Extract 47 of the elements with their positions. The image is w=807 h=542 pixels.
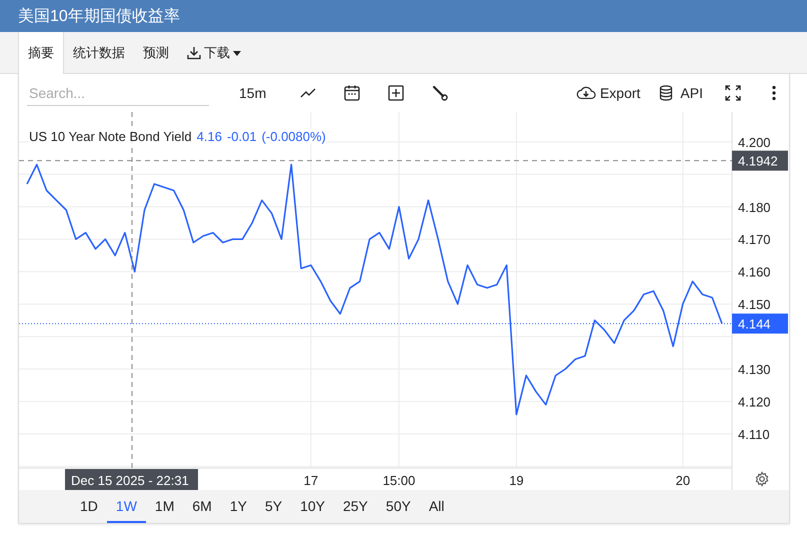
range-tab[interactable]: 1M [146, 490, 184, 523]
price-label: 4.144 [732, 314, 788, 334]
range-tab[interactable]: 50Y [376, 490, 420, 523]
range-tab[interactable]: 6M [183, 490, 221, 523]
y-axis-label: 4.110 [738, 426, 770, 442]
legend-name: US 10 Year Note Bond Yield [29, 129, 192, 144]
calendar-icon[interactable] [343, 84, 362, 102]
ref-line-label: 4.1942 [738, 154, 778, 169]
x-axis-label: 19 [509, 473, 524, 488]
range-tab[interactable]: 10Y [291, 490, 334, 523]
page-title: 美国10年期国债收益率 [18, 6, 180, 26]
range-tab[interactable]: 5Y [256, 490, 292, 523]
y-axis-label: 4.150 [738, 297, 771, 312]
range-tab[interactable]: All [420, 490, 454, 523]
download-icon [187, 46, 201, 60]
settings-icon[interactable] [756, 472, 768, 486]
y-axis-label: 4.180 [738, 200, 771, 215]
range-tab[interactable]: 1D [71, 490, 107, 523]
range-tab[interactable]: 1Y [220, 490, 256, 523]
x-axis-label: 20 [676, 473, 690, 488]
export-button[interactable]: Export [568, 85, 648, 101]
y-axis-label: 4.200 [738, 134, 771, 150]
fullscreen-icon[interactable] [724, 84, 742, 102]
price-label: 4.1942 [732, 150, 788, 171]
tab[interactable]: 统计数据 [64, 32, 134, 74]
tab[interactable]: 摘要 [18, 32, 64, 74]
cloud-download-icon [576, 85, 596, 101]
tab[interactable]: 下载 [178, 32, 250, 74]
x-axis-label: 17 [304, 473, 318, 488]
y-axis-label: 4.120 [738, 394, 771, 410]
caret-icon [233, 50, 241, 56]
interval-button[interactable]: 15m [231, 85, 274, 101]
y-axis-label: 4.160 [738, 264, 771, 280]
tab[interactable]: 预测 [134, 32, 178, 74]
y-axis-label: 4.130 [738, 362, 771, 378]
legend-change: -0.01 [226, 129, 257, 144]
crosshair-time-label: Dec 15 2025 - 22:31 [65, 469, 198, 490]
add-icon[interactable] [387, 84, 406, 102]
range-tab[interactable]: 1W [106, 490, 146, 523]
ref-line-label: 4.144 [738, 316, 771, 332]
y-axis-label: 4.170 [738, 232, 771, 248]
legend-value: 4.16 [196, 129, 222, 144]
x-axis-label: 15:00 [382, 473, 416, 488]
legend-change-percent: (-0.0080%) [262, 129, 326, 144]
more-icon[interactable] [771, 84, 777, 102]
range-tab[interactable]: 25Y [334, 490, 377, 523]
api-button[interactable]: API [648, 85, 711, 101]
